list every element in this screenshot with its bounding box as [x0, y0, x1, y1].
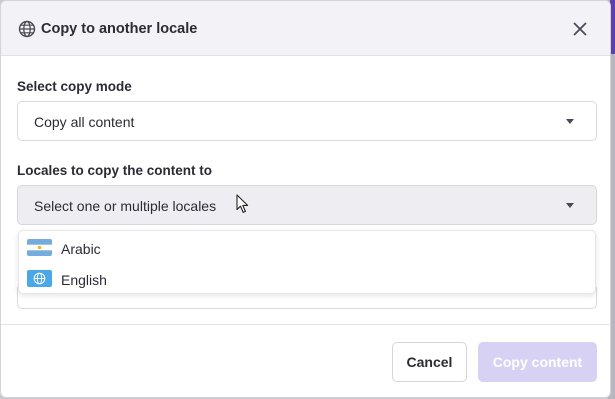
- locale-option-label: Arabic: [61, 241, 101, 257]
- argentina-flag-icon: [27, 239, 52, 256]
- chevron-down-icon: [566, 119, 574, 124]
- locales-label: Locales to copy the content to: [17, 163, 213, 178]
- mouse-pointer-icon: [236, 194, 249, 213]
- locales-select[interactable]: Select one or multiple locales: [17, 185, 597, 225]
- copy-mode-value: Copy all content: [34, 114, 135, 130]
- locale-option-arabic[interactable]: Arabic: [19, 233, 595, 263]
- locales-dropdown: Arabic English: [18, 230, 596, 294]
- locales-placeholder: Select one or multiple locales: [34, 198, 217, 214]
- locale-option-english[interactable]: English: [19, 264, 595, 294]
- locale-option-label: English: [61, 272, 107, 288]
- copy-mode-label: Select copy mode: [17, 79, 132, 94]
- globe-icon: [27, 270, 52, 287]
- copy-content-button[interactable]: Copy content: [478, 342, 597, 382]
- chevron-down-icon: [566, 203, 574, 208]
- copy-mode-select[interactable]: Copy all content: [17, 101, 597, 141]
- close-icon[interactable]: [569, 18, 591, 40]
- footer-divider: [1, 324, 610, 325]
- copy-locale-dialog: Copy to another locale Select copy mode …: [0, 0, 611, 398]
- dialog-header: Copy to another locale: [1, 1, 610, 56]
- cancel-button[interactable]: Cancel: [392, 342, 467, 382]
- screen: Copy to another locale Select copy mode …: [0, 0, 615, 399]
- dialog-title: Copy to another locale: [41, 21, 198, 37]
- globe-icon: [18, 20, 36, 38]
